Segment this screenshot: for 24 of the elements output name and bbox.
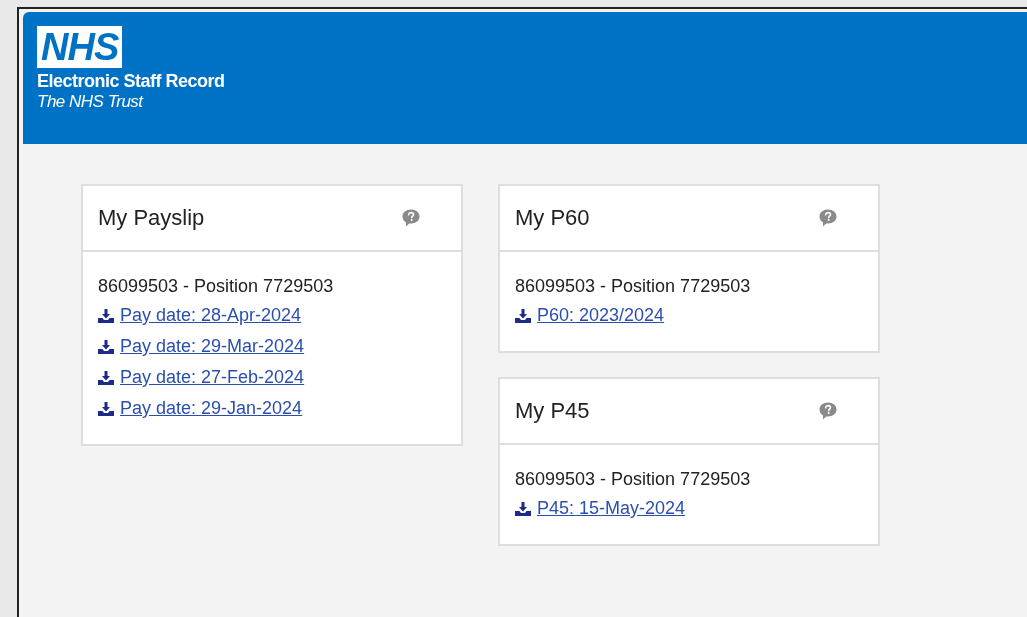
help-icon[interactable] — [401, 208, 421, 228]
download-link[interactable]: P60: 2023/2024 — [537, 305, 665, 326]
download-icon[interactable] — [98, 339, 114, 354]
card-title: My Payslip — [98, 205, 205, 231]
download-icon[interactable] — [515, 501, 531, 516]
download-icon[interactable] — [515, 308, 531, 323]
position-text: 86099503 - Position 7729503 — [98, 275, 335, 298]
download-link[interactable]: P45: 15-May-2024 — [537, 498, 686, 519]
organisation-name: The NHS Trust — [37, 92, 145, 112]
download-icon[interactable] — [98, 401, 114, 416]
card-title: My P60 — [515, 205, 590, 231]
help-icon[interactable] — [818, 401, 838, 421]
nhs-logo: NHS — [37, 26, 123, 68]
download-link[interactable]: Pay date: 29-Jan-2024 — [120, 398, 303, 419]
download-link[interactable]: Pay date: 27-Feb-2024 — [120, 367, 305, 388]
download-link[interactable]: Pay date: 28-Apr-2024 — [120, 305, 302, 326]
help-icon[interactable] — [818, 208, 838, 228]
position-text: 86099503 - Position 7729503 — [515, 468, 752, 491]
position-text: 86099503 - Position 7729503 — [515, 275, 752, 298]
download-link[interactable]: Pay date: 29-Mar-2024 — [120, 336, 305, 357]
app-title: Electronic Staff Record — [37, 71, 226, 92]
download-icon[interactable] — [98, 308, 114, 323]
download-icon[interactable] — [98, 370, 114, 385]
card-title: My P45 — [515, 398, 590, 424]
